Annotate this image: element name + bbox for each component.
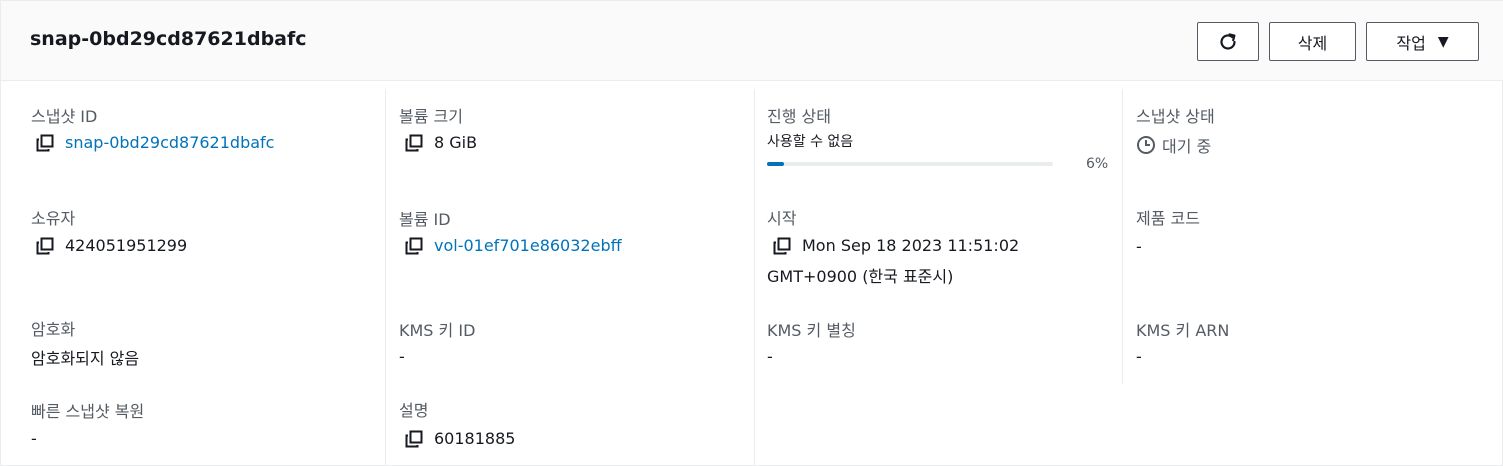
kms-key-arn-value: - <box>1136 347 1142 366</box>
volume-id-value[interactable]: vol-01ef701e86032ebff <box>405 236 622 255</box>
actions-button-label: 작업 <box>1396 33 1426 53</box>
refresh-button[interactable] <box>1197 22 1259 61</box>
owner-text: 424051951299 <box>65 236 188 255</box>
volume-id-link[interactable]: vol-01ef701e86032ebff <box>434 236 622 255</box>
snapshot-id-link[interactable]: snap-0bd29cd87621dbafc <box>65 133 274 152</box>
snapshot-state-text: 대기 중 <box>1162 137 1212 156</box>
delete-button[interactable]: 삭제 <box>1269 22 1356 61</box>
encryption-label: 암호화 <box>31 320 76 339</box>
kms-key-alias-value: - <box>767 347 773 366</box>
start-time-line2: GMT+0900 (한국 표준시) <box>767 267 954 286</box>
product-codes-value: - <box>1136 237 1142 256</box>
volume-size-label: 볼륨 크기 <box>399 107 463 126</box>
copy-icon[interactable] <box>405 430 423 448</box>
caret-down-icon: ▼ <box>1437 33 1449 50</box>
column-divider <box>385 89 386 466</box>
progress-status-text: 사용할 수 없음 <box>767 134 854 150</box>
copy-icon[interactable] <box>405 237 423 255</box>
encryption-value: 암호화되지 않음 <box>31 349 140 368</box>
snapshot-state-value: 대기 중 <box>1136 133 1211 157</box>
start-time-value: Mon Sep 18 2023 11:51:02 <box>773 236 1019 255</box>
delete-button-label: 삭제 <box>1297 33 1328 53</box>
clock-icon <box>1137 136 1155 154</box>
snapshot-id-label: 스냅샷 ID <box>31 107 98 126</box>
progress-percent: 6% <box>1086 156 1109 172</box>
kms-key-arn-label: KMS 키 ARN <box>1136 321 1230 340</box>
snapshot-id-value[interactable]: snap-0bd29cd87621dbafc <box>36 133 274 152</box>
copy-icon[interactable] <box>773 237 791 255</box>
refresh-icon <box>1220 32 1236 50</box>
kms-key-id-label: KMS 키 ID <box>399 321 476 340</box>
copy-icon[interactable] <box>36 134 54 152</box>
copy-icon[interactable] <box>405 134 423 152</box>
copy-icon[interactable] <box>36 237 54 255</box>
snapshot-details-panel: snap-0bd29cd87621dbafc 삭제 작업 ▼ 스냅샷 ID sn… <box>0 0 1503 466</box>
volume-size-text: 8 GiB <box>434 133 478 152</box>
page-title: snap-0bd29cd87621dbafc <box>30 28 307 50</box>
start-time-line1: Mon Sep 18 2023 11:51:02 <box>802 236 1020 255</box>
actions-dropdown-button[interactable]: 작업 ▼ <box>1366 22 1479 61</box>
kms-key-id-value: - <box>399 347 405 366</box>
volume-id-label: 볼륨 ID <box>399 210 451 229</box>
volume-size-value: 8 GiB <box>405 133 477 152</box>
progress-label: 진행 상태 <box>767 107 831 126</box>
kms-key-alias-label: KMS 키 별칭 <box>767 321 856 340</box>
snapshot-state-label: 스냅샷 상태 <box>1136 107 1215 126</box>
owner-label: 소유자 <box>31 209 76 228</box>
column-divider <box>1122 89 1123 384</box>
description-text: 60181885 <box>434 429 516 448</box>
owner-value: 424051951299 <box>36 236 187 255</box>
description-label: 설명 <box>399 401 429 420</box>
column-divider <box>754 89 755 466</box>
fast-snapshot-restore-value: - <box>31 429 37 448</box>
product-codes-label: 제품 코드 <box>1136 209 1200 228</box>
progress-bar-fill <box>767 162 785 166</box>
progress-bar <box>767 162 1053 166</box>
start-time-label: 시작 <box>767 209 797 228</box>
fast-snapshot-restore-label: 빠른 스냅샷 복원 <box>31 402 145 421</box>
panel-header: snap-0bd29cd87621dbafc 삭제 작업 ▼ <box>1 0 1503 81</box>
description-value: 60181885 <box>405 429 515 448</box>
